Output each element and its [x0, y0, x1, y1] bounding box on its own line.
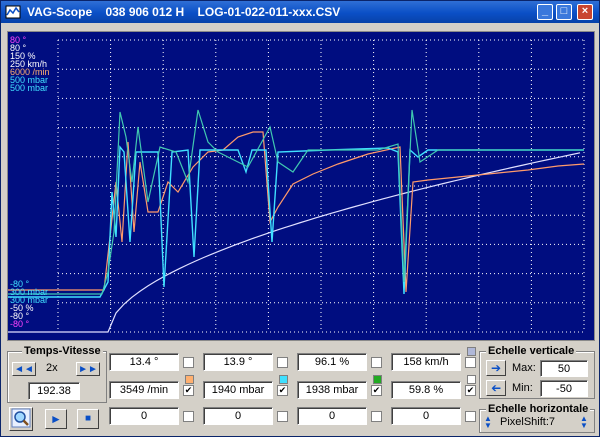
channel-checkbox[interactable] [465, 411, 476, 422]
channel-color-swatch [185, 375, 194, 384]
channel-value-field[interactable]: 96.1 % [297, 353, 367, 371]
zoom-button[interactable] [9, 407, 33, 431]
channel-checkbox[interactable] [465, 357, 476, 368]
maximize-button[interactable]: □ [556, 4, 572, 20]
max-field[interactable]: 50 [540, 360, 588, 377]
arrow-left-icon: ➔ [490, 381, 502, 395]
channel-color-swatch [467, 375, 476, 384]
channel-value-field[interactable]: 3549 /min [109, 381, 179, 399]
rewind-button[interactable]: ◄◄ [12, 362, 36, 376]
scope-display[interactable]: 80 ° 80 ° 150 % 250 km/h 6000 /min 500 mbar 50… [7, 31, 595, 341]
channel-checkbox[interactable] [183, 357, 194, 368]
app-window: VAG-Scope 038 906 012 H LOG-01-022-011-x… [0, 0, 600, 437]
stop-icon: ■ [84, 413, 92, 424]
trace-boost-spec [8, 109, 584, 295]
trace-speed [8, 152, 581, 333]
minimize-button[interactable]: _ [537, 4, 553, 20]
scope-plot [8, 39, 585, 333]
close-button[interactable]: × [577, 4, 593, 20]
channel-checkbox[interactable]: ✔ [183, 385, 194, 396]
forward-button[interactable]: ►► [76, 362, 100, 376]
trace-boost-actual [8, 145, 584, 298]
channel-checkbox[interactable] [277, 357, 288, 368]
channel-value-field[interactable]: 13.9 ° [203, 353, 273, 371]
min-field[interactable]: -50 [540, 380, 588, 397]
channel-value-field[interactable]: 1938 mbar [297, 381, 367, 399]
spin-left-icon[interactable]: ▲ ▼ [484, 415, 492, 430]
channel-checkbox[interactable] [371, 411, 382, 422]
channel-value-field[interactable]: 13.4 ° [109, 353, 179, 371]
channel-value-field[interactable]: 0 [203, 407, 273, 425]
channel-color-swatch [279, 375, 288, 384]
close-icon: × [581, 5, 589, 17]
temps-vitesse-group: Temps-Vitesse ◄◄ 2x ►► 192.38 [7, 345, 107, 403]
stop-button[interactable]: ■ [77, 409, 99, 429]
scale-label: -80 ° [10, 319, 30, 329]
rewind-icon: ◄◄ [14, 364, 34, 375]
minimize-icon: _ [541, 5, 549, 17]
min-arrow-button[interactable]: ➔ [486, 380, 506, 396]
magnifier-icon [11, 408, 31, 428]
title-bar[interactable]: VAG-Scope 038 906 012 H LOG-01-022-011-x… [1, 1, 599, 23]
spin-right-icon[interactable]: ▲ ▼ [580, 415, 588, 430]
scope-traces [8, 109, 585, 333]
channel-checkbox[interactable] [277, 411, 288, 422]
channel-value-field[interactable]: 0 [109, 407, 179, 425]
echelle-horizontale-title: Echelle horizontale [486, 403, 591, 415]
echelle-verticale-group: Echelle verticale ➔ Max: 50 ➔ Min: -50 [479, 345, 595, 399]
channel-checkbox[interactable]: ✔ [277, 385, 288, 396]
play-icon: ► [50, 412, 62, 426]
arrow-right-icon: ➔ [490, 361, 502, 375]
channel-value-field[interactable]: 59.8 % [391, 381, 461, 399]
channel-value-field[interactable]: 1940 mbar [203, 381, 273, 399]
scope-grid [57, 39, 585, 333]
channel-color-swatch [373, 375, 382, 384]
min-label: Min: [512, 382, 533, 394]
time-field[interactable]: 192.38 [28, 382, 80, 400]
forward-icon: ►► [78, 364, 98, 375]
maximize-icon: □ [560, 5, 568, 17]
channel-checkbox[interactable]: ✔ [371, 385, 382, 396]
echelle-horizontale-group: Echelle horizontale ▲ ▼ PixelShift:7 ▲ ▼ [479, 403, 595, 433]
channel-checkbox[interactable]: ✔ [465, 385, 476, 396]
trace-rpm [8, 131, 585, 293]
temps-vitesse-title: Temps-Vitesse [22, 345, 103, 357]
scale-label: 500 mbar [10, 83, 49, 93]
channel-checkbox[interactable] [371, 357, 382, 368]
channel-color-swatch [467, 347, 476, 356]
channel-checkbox[interactable] [183, 411, 194, 422]
max-arrow-button[interactable]: ➔ [486, 360, 506, 376]
window-title: VAG-Scope 038 906 012 H LOG-01-022-011-x… [27, 5, 341, 19]
channel-value-field[interactable]: 0 [297, 407, 367, 425]
max-label: Max: [512, 362, 536, 374]
control-panel: Temps-Vitesse ◄◄ 2x ►► 192.38 ► ■ 13.4 ° [7, 345, 595, 435]
echelle-verticale-title: Echelle verticale [486, 345, 577, 357]
channel-value-field[interactable]: 158 km/h [391, 353, 461, 371]
channel-value-field[interactable]: 0 [391, 407, 461, 425]
play-button[interactable]: ► [45, 409, 67, 429]
app-icon [5, 5, 21, 19]
pixelshift-label: PixelShift:7 [500, 416, 556, 428]
speed-label: 2x [46, 362, 58, 374]
